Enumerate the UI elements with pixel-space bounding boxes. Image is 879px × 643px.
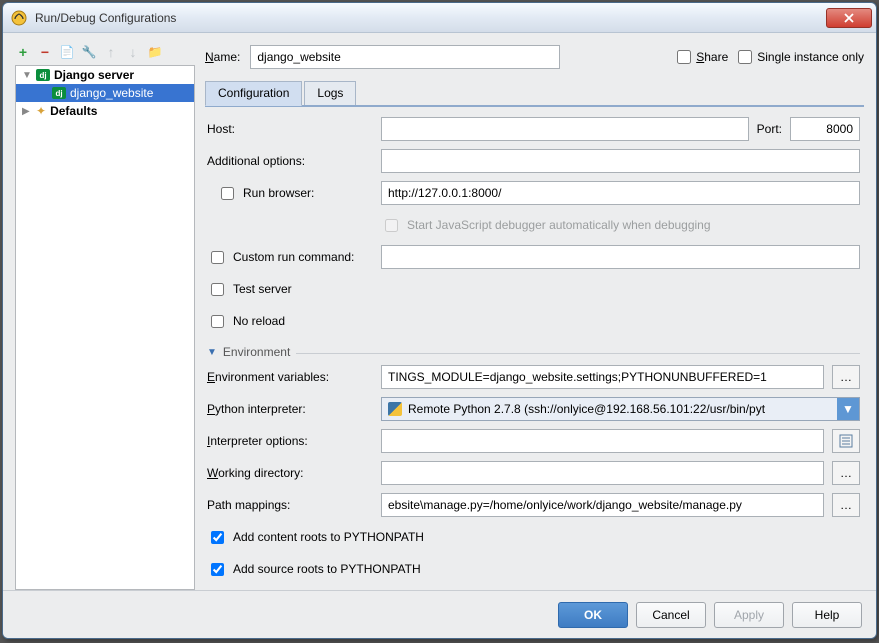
env-vars-input[interactable] [381,365,824,389]
folder-icon[interactable]: 📁 [147,44,163,60]
no-reload-checkbox[interactable] [211,315,224,328]
js-debugger-checkbox [385,219,398,232]
additional-options-input[interactable] [381,149,860,173]
app-icon [11,10,27,26]
chevron-down-icon: ▼ [207,347,217,358]
run-browser-label: Run browser: [243,186,314,200]
test-server-label: Test server [233,282,292,296]
apply-button[interactable]: Apply [714,602,784,628]
custom-run-input[interactable] [381,245,860,269]
working-directory-input[interactable] [381,461,824,485]
tab-strip: Configuration Logs [205,79,864,105]
add-source-roots-label: Add source roots to PYTHONPATH [233,562,421,576]
run-browser-checkbox[interactable] [221,187,234,200]
window-title: Run/Debug Configurations [35,11,826,25]
chevron-right-icon: ▶ [22,106,32,117]
content-panel: Name: Share Single instance only Configu… [205,43,864,590]
interpreter-options-expand-button[interactable] [832,429,860,453]
dialog-window: Run/Debug Configurations + − 📄 🔧 ↑ ↓ 📁 [2,2,877,639]
share-checkbox[interactable]: Share [677,50,728,64]
single-instance-label: Single instance only [757,50,864,64]
help-button[interactable]: Help [792,602,862,628]
remove-icon[interactable]: − [37,44,53,60]
name-input[interactable] [250,45,560,69]
tree-label: django_website [70,86,153,100]
custom-run-checkbox[interactable] [211,251,224,264]
port-input[interactable] [790,117,860,141]
interpreter-options-label: Interpreter options: [207,434,373,448]
sidebar: + − 📄 🔧 ↑ ↓ 📁 ▼ dj Django server [15,43,195,590]
host-label: Host: [207,122,373,136]
move-down-icon[interactable]: ↓ [125,44,141,60]
config-tree[interactable]: ▼ dj Django server dj django_website ▶ ✦… [15,65,195,590]
ok-button[interactable]: OK [558,602,628,628]
django-icon: dj [36,69,50,81]
titlebar[interactable]: Run/Debug Configurations [3,3,876,33]
chevron-down-icon: ▼ [22,70,32,81]
interpreter-options-input[interactable] [381,429,824,453]
path-mappings-input[interactable] [381,493,824,517]
additional-options-label: Additional options: [207,154,373,168]
add-icon[interactable]: + [15,44,31,60]
tree-node-defaults[interactable]: ▶ ✦ Defaults [16,102,194,120]
path-mappings-browse-button[interactable]: … [832,493,860,517]
environment-label: Environment [223,345,290,359]
python-interpreter-label: Python interpreter: [207,402,373,416]
run-browser-row: Run browser: [207,184,373,203]
tree-node-django-website[interactable]: dj django_website [16,84,194,102]
environment-section-header[interactable]: ▼ Environment [207,345,860,359]
js-debugger-label: Start JavaScript debugger automatically … [407,218,711,232]
env-vars-browse-button[interactable]: … [832,365,860,389]
custom-run-label: Custom run command: [233,250,354,264]
single-instance-checkbox-input[interactable] [738,50,752,64]
python-interpreter-dropdown[interactable]: Remote Python 2.7.8 (ssh://onlyice@192.1… [381,397,860,421]
tree-label: Django server [54,68,134,82]
button-bar: OK Cancel Apply Help [3,590,876,638]
gear-icon: ✦ [36,104,46,118]
settings-icon[interactable]: 🔧 [81,44,97,60]
copy-icon[interactable]: 📄 [59,44,75,60]
run-browser-input[interactable] [381,181,860,205]
add-source-roots-checkbox[interactable] [211,563,224,576]
share-checkbox-input[interactable] [677,50,691,64]
tree-label: Defaults [50,104,97,118]
working-directory-label: Working directory: [207,466,373,480]
path-mappings-label: Path mappings: [207,498,373,512]
name-label: Name: [205,50,240,64]
host-input[interactable] [381,117,749,141]
custom-run-row: Custom run command: [207,248,373,267]
python-interpreter-value: Remote Python 2.7.8 (ssh://onlyice@192.1… [408,402,765,416]
tab-configuration[interactable]: Configuration [205,81,302,106]
add-content-roots-checkbox[interactable] [211,531,224,544]
move-up-icon[interactable]: ↑ [103,44,119,60]
python-icon [388,402,402,416]
configuration-form: Host: Port: Additional options: [205,111,864,590]
django-icon: dj [52,87,66,99]
env-vars-label: Environment variables: [207,370,373,384]
no-reload-label: No reload [233,314,285,328]
test-server-checkbox[interactable] [211,283,224,296]
working-directory-browse-button[interactable]: … [832,461,860,485]
sidebar-toolbar: + − 📄 🔧 ↑ ↓ 📁 [15,43,195,65]
tree-node-django-server[interactable]: ▼ dj Django server [16,66,194,84]
tab-logs[interactable]: Logs [304,81,356,105]
chevron-down-icon[interactable]: ▼ [837,398,859,420]
port-label: Port: [757,122,782,136]
cancel-button[interactable]: Cancel [636,602,706,628]
close-button[interactable] [826,8,872,28]
single-instance-checkbox[interactable]: Single instance only [738,50,864,64]
add-content-roots-label: Add content roots to PYTHONPATH [233,530,424,544]
